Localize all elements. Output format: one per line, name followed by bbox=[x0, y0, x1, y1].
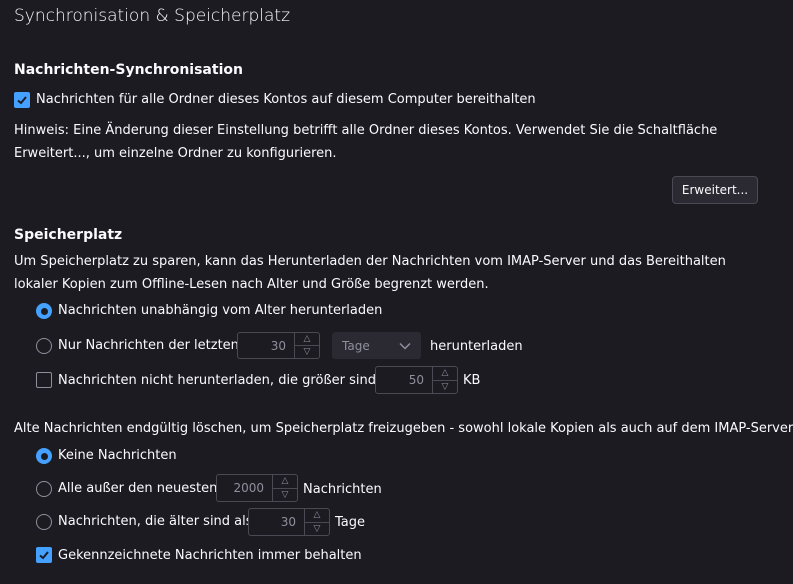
chevron-down-icon[interactable]: ▽ bbox=[295, 345, 319, 358]
cleanup-none-radio[interactable] bbox=[36, 448, 52, 464]
download-all-radio[interactable] bbox=[36, 303, 52, 319]
keep-flagged-label[interactable]: Gekennzeichnete Nachrichten immer behalt… bbox=[58, 548, 362, 563]
size-limit-label[interactable]: Nachrichten nicht herunterladen, die grö… bbox=[58, 373, 398, 388]
page-title: Synchronisation & Speicherplatz bbox=[14, 6, 291, 26]
download-recent-suffix: herunterladen bbox=[430, 339, 523, 354]
chevron-down-icon[interactable]: ▽ bbox=[273, 487, 297, 502]
cleanup-older-than-label[interactable]: Nachrichten, die älter sind als bbox=[58, 514, 253, 529]
keep-flagged-checkbox[interactable] bbox=[36, 547, 52, 563]
cleanup-older-than-value[interactable]: 30 bbox=[249, 509, 304, 535]
size-limit-stepper[interactable]: 50 △ ▽ bbox=[375, 366, 458, 394]
cleanup-older-than-radio[interactable] bbox=[36, 514, 52, 530]
cleanup-all-except-stepper[interactable]: 2000 △ ▽ bbox=[216, 474, 298, 502]
size-limit-checkbox[interactable] bbox=[36, 372, 52, 388]
download-recent-unit-select[interactable]: Tage bbox=[332, 332, 421, 359]
download-recent-stepper[interactable]: 30 △ ▽ bbox=[237, 332, 320, 359]
storage-description: Um Speicherplatz zu sparen, kann das Her… bbox=[14, 254, 726, 292]
keep-messages-label[interactable]: Nachrichten für alle Ordner dieses Konto… bbox=[36, 92, 536, 107]
chevron-down-icon[interactable]: ▽ bbox=[305, 521, 329, 536]
download-recent-radio[interactable] bbox=[36, 338, 52, 354]
download-recent-value[interactable]: 30 bbox=[238, 333, 294, 358]
download-all-label[interactable]: Nachrichten unabhängig vom Alter herunte… bbox=[58, 303, 382, 318]
cleanup-all-except-radio[interactable] bbox=[36, 481, 52, 497]
cleanup-none-label[interactable]: Keine Nachrichten bbox=[58, 448, 177, 463]
checkmark-icon bbox=[17, 96, 27, 105]
chevron-up-icon[interactable]: △ bbox=[305, 509, 329, 522]
advanced-button[interactable]: Erweitert... bbox=[672, 176, 758, 204]
download-recent-unit: Tage bbox=[342, 338, 370, 353]
checkmark-icon bbox=[39, 551, 49, 560]
cleanup-older-than-suffix: Tage bbox=[335, 515, 366, 530]
size-limit-value[interactable]: 50 bbox=[376, 367, 432, 393]
storage-heading: Speicherplatz bbox=[14, 227, 123, 243]
cleanup-all-except-suffix: Nachrichten bbox=[303, 482, 382, 497]
chevron-up-icon[interactable]: △ bbox=[433, 367, 457, 380]
keep-messages-checkbox[interactable] bbox=[14, 92, 30, 108]
chevron-down-icon[interactable]: ▽ bbox=[433, 379, 457, 394]
chevron-up-icon[interactable]: △ bbox=[295, 333, 319, 345]
cleanup-older-than-stepper[interactable]: 30 △ ▽ bbox=[248, 508, 330, 536]
download-recent-label[interactable]: Nur Nachrichten der letzten bbox=[58, 338, 239, 353]
cleanup-all-except-value[interactable]: 2000 bbox=[217, 475, 272, 501]
chevron-up-icon[interactable]: △ bbox=[273, 475, 297, 488]
sync-heading: Nachrichten-Synchronisation bbox=[14, 62, 243, 78]
cleanup-description: Alte Nachrichten endgültig löschen, um S… bbox=[14, 421, 793, 436]
sync-hint: Hinweis: Eine Änderung dieser Einstellun… bbox=[14, 123, 718, 161]
cleanup-all-except-label[interactable]: Alle außer den neuesten bbox=[58, 481, 217, 496]
chevron-down-icon bbox=[399, 342, 411, 350]
size-limit-unit: KB bbox=[463, 373, 481, 388]
